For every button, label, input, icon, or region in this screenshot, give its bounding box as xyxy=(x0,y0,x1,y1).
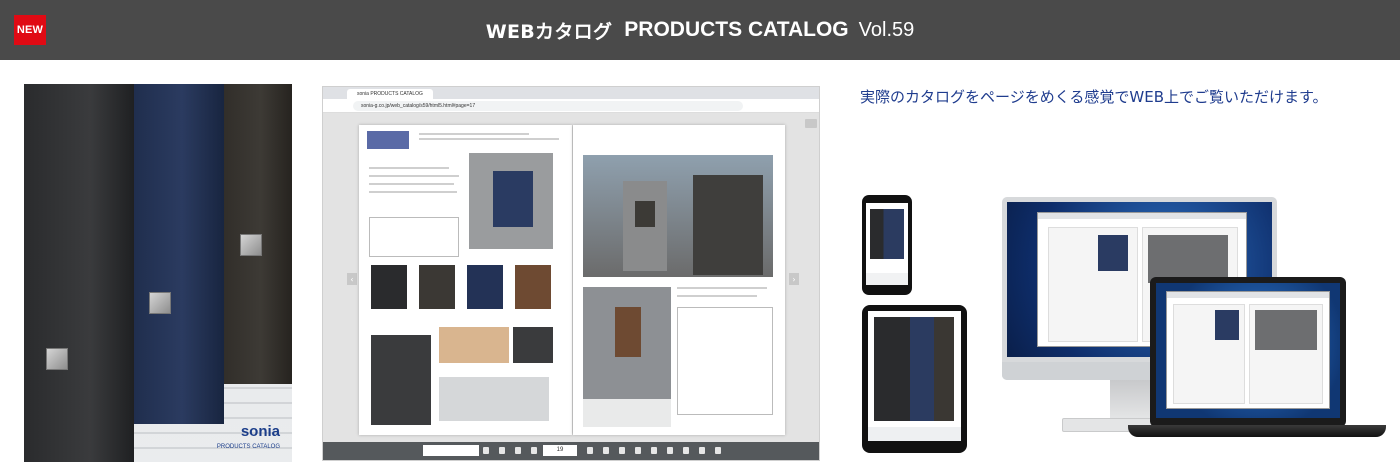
sonia-logo: sonia xyxy=(240,423,280,440)
browser-url: sonia-g.co.jp/web_catalog/s59/html5.html… xyxy=(353,101,743,111)
laptop-browser-window xyxy=(1166,291,1330,409)
title-english: PRODUCTS CATALOG xyxy=(624,18,849,41)
tablet-device xyxy=(862,305,967,453)
stand-photo xyxy=(583,287,671,427)
next-page-icon[interactable] xyxy=(587,447,593,454)
page-title: WEBカタログ PRODUCTS CATALOG Vol.59 xyxy=(0,0,1400,60)
detail-photo xyxy=(439,327,509,363)
mailbox-black xyxy=(24,84,134,462)
catalog-right-page xyxy=(573,125,785,435)
mailbox-brown xyxy=(214,84,292,384)
viewer-toolbar: 19 xyxy=(323,442,819,460)
mailbox-navy xyxy=(119,84,224,424)
search-icon[interactable] xyxy=(483,447,489,454)
print-icon[interactable] xyxy=(635,447,641,454)
page-number-input[interactable]: 19 xyxy=(543,445,577,456)
house-entrance-photo xyxy=(583,155,773,277)
menu-icon xyxy=(805,119,817,128)
text-line xyxy=(677,287,767,289)
stand-drawing xyxy=(677,307,773,415)
smartphone-device xyxy=(862,195,912,295)
smartphone-screen xyxy=(866,203,908,285)
header-bar: NEW WEBカタログ PRODUCTS CATALOG Vol.59 xyxy=(0,0,1400,60)
tablet-screen xyxy=(868,311,961,441)
color-navy xyxy=(467,265,503,309)
zoom-icon[interactable] xyxy=(619,447,625,454)
text-line xyxy=(369,191,457,193)
laptop-device xyxy=(1150,277,1346,427)
catalog-description: 実際のカタログをページをめくる感覚でWEB上でご覧いただけます。 xyxy=(860,88,1328,106)
cover-subtitle: PRODUCTS CATALOG xyxy=(216,444,280,450)
title-volume: Vol.59 xyxy=(858,18,915,41)
text-line xyxy=(369,183,454,185)
web-catalog-browser-screenshot[interactable]: sonia PRODUCTS CATALOG sonia-g.co.jp/web… xyxy=(322,86,820,461)
product-photo xyxy=(469,153,553,249)
browser-tab-bar: sonia PRODUCTS CATALOG xyxy=(323,87,819,99)
color-wood xyxy=(515,265,551,309)
nameplate xyxy=(149,292,171,314)
first-page-icon[interactable] xyxy=(515,447,521,454)
text-line xyxy=(677,295,757,297)
menu-icon[interactable] xyxy=(499,447,505,454)
catalog-cover-image[interactable]: sonia PRODUCTS CATALOG xyxy=(24,84,292,462)
pen-icon[interactable] xyxy=(715,447,721,454)
nameplate xyxy=(46,348,68,370)
chevron-right-icon: › xyxy=(789,273,799,285)
text-line xyxy=(369,167,449,169)
laptop-screen xyxy=(1156,283,1340,418)
dimension-drawing xyxy=(369,217,459,257)
last-page-icon[interactable] xyxy=(603,447,609,454)
search-input[interactable] xyxy=(423,445,479,456)
detail-photo xyxy=(513,327,553,363)
text-line xyxy=(369,175,459,177)
title-japanese: WEBカタログ xyxy=(485,20,613,43)
open-mailbox-photo xyxy=(371,335,431,425)
catalog-viewer: ‹ › xyxy=(323,113,819,444)
usage-photos xyxy=(439,377,549,421)
color-black xyxy=(371,265,407,309)
download-icon[interactable] xyxy=(699,447,705,454)
browser-address-bar: sonia-g.co.jp/web_catalog/s59/html5.html… xyxy=(323,99,819,113)
text-line xyxy=(419,138,559,140)
catalog-left-page xyxy=(359,125,572,435)
prev-page-icon[interactable] xyxy=(531,447,537,454)
laptop-base xyxy=(1128,425,1386,437)
text-line xyxy=(419,133,529,135)
spread-icon[interactable] xyxy=(651,447,657,454)
color-dark xyxy=(419,265,455,309)
chevron-left-icon: ‹ xyxy=(347,273,357,285)
share-icon[interactable] xyxy=(683,447,689,454)
browser-tab: sonia PRODUCTS CATALOG xyxy=(347,89,433,99)
page-tag xyxy=(367,131,409,149)
nameplate xyxy=(240,234,262,256)
single-page-icon[interactable] xyxy=(667,447,673,454)
